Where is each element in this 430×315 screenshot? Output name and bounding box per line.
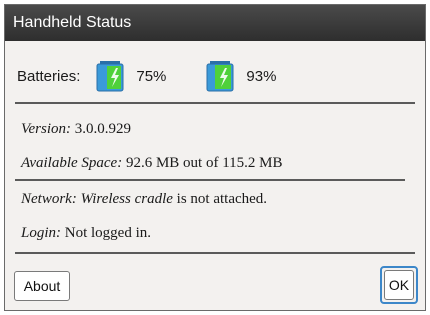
about-button[interactable]: About [14,271,70,301]
battery-charging-icon [96,61,124,92]
login-value: Not logged in. [64,225,152,241]
divider [15,102,415,104]
space-value: 92.6 MB out of 115.2 MB [125,155,283,171]
version-label: Version: [21,121,71,137]
battery-2-percent: 93% [246,67,277,85]
battery-charging-icon [206,61,234,92]
login-label: Login: [21,225,62,241]
batteries-row: Batteries: 75% 93% [17,60,314,92]
handheld-status-dialog: Handheld Status Batteries: 75% 93% Versi… [4,4,426,311]
version-value: 3.0.0.929 [74,121,131,137]
battery-1-percent: 75% [136,67,167,85]
space-row: Available Space: 92.6 MB out of 115.2 MB [21,155,283,172]
batteries-label: Batteries: [17,67,81,85]
space-label: Available Space: [21,155,123,171]
network-label: Network: [21,191,77,207]
network-value: is not attached. [176,191,268,207]
login-row: Login: Not logged in. [21,225,151,242]
divider [15,252,415,254]
version-row: Version: 3.0.0.929 [21,121,131,138]
divider [15,179,405,181]
dialog-title: Handheld Status [5,5,425,41]
network-device: Wireless cradle [80,191,173,207]
ok-button[interactable]: OK [384,270,414,300]
network-row: Network: Wireless cradle is not attached… [21,191,267,208]
